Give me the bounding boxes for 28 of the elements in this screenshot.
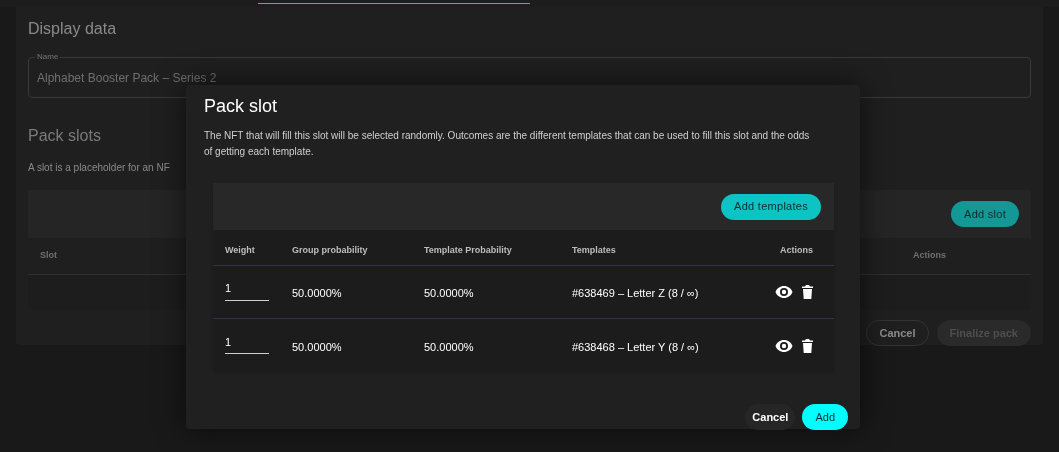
eye-icon[interactable]	[775, 286, 793, 298]
table-cell: #638468 – Letter Y (8 / ∞)	[572, 340, 699, 353]
section-title: Display data	[28, 19, 118, 39]
table-cell: 50.0000%	[424, 340, 474, 353]
column-header: Actions	[780, 244, 813, 255]
column-header: Slot	[40, 249, 57, 263]
table-cell: #638469 – Letter Z (8 / ∞)	[572, 287, 699, 299]
description: A slot is a placeholder for an NF	[28, 161, 170, 175]
column-header: Weight	[225, 244, 255, 255]
table-cell: 50.0000%	[292, 287, 342, 299]
table-cell: 50.0000%	[424, 287, 474, 299]
section-title: Pack slots	[28, 126, 101, 146]
column-header: Group probability	[292, 244, 368, 255]
table-cell: 50.0000%	[292, 340, 342, 353]
weight-field[interactable]: 1	[225, 280, 269, 301]
column-header: Templates	[572, 244, 616, 255]
dialog-title: Pack slot	[204, 95, 279, 118]
weight-field[interactable]: 1	[225, 333, 269, 355]
add-slot-button[interactable]: Add slot	[951, 201, 1019, 227]
add-button[interactable]: Add	[802, 404, 848, 430]
trash-icon[interactable]	[802, 285, 813, 299]
add-templates-button[interactable]: Add templates	[721, 193, 821, 220]
cancel-button[interactable]: Cancel	[745, 404, 796, 430]
column-header: Template Probability	[424, 244, 512, 255]
dialog-description: The NFT that will fill this slot will be selected randomly. Outcomes are the different templates that can be used to fill this slot and the odds of getting each template.	[204, 129, 811, 159]
column-header: Actions	[913, 249, 947, 263]
trash-icon[interactable]	[802, 338, 813, 353]
eye-icon[interactable]	[775, 339, 793, 352]
